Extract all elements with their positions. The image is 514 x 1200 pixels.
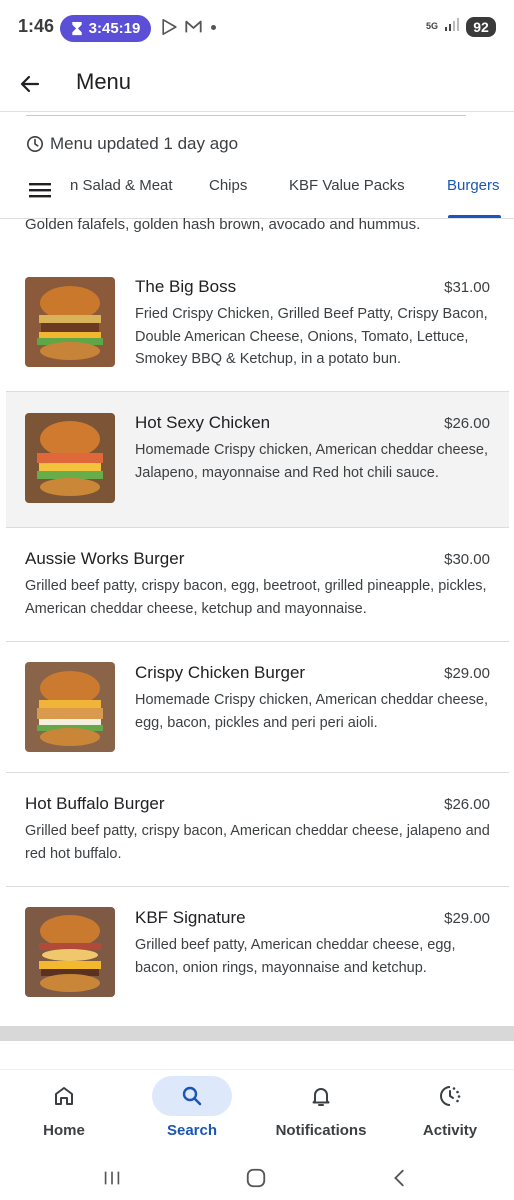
arrow-back-icon [20,75,40,93]
system-navigation-bar [0,1157,514,1200]
notification-app-icons [160,18,216,36]
nav-label: Home [43,1122,85,1139]
tab-chips[interactable]: Chips [209,177,247,194]
nav-home[interactable]: Home [0,1070,128,1158]
back-button[interactable] [14,68,46,100]
item-name: Hot Buffalo Burger [25,794,165,813]
hourglass-icon [71,21,82,36]
menu-item-kbf-signature[interactable]: KBF Signature $29.00 Grilled beef patty,… [6,887,509,1018]
item-name: Crispy Chicken Burger [135,663,306,682]
signal-icon [444,16,460,37]
bell-icon [312,1088,330,1106]
nav-search[interactable]: Search [128,1070,256,1158]
activity-icon [440,1086,461,1106]
nav-notifications[interactable]: Notifications [257,1070,385,1158]
previous-item-description: Golden falafels, golden hash brown, avoc… [25,216,421,233]
scrolled-text-remnant [26,110,466,116]
item-price: $30.00 [444,551,490,568]
item-price: $29.00 [444,910,490,927]
back-system-button[interactable] [385,1163,415,1193]
item-price: $29.00 [444,665,490,682]
tab-salad-meat[interactable]: n Salad & Meat [70,177,173,194]
status-time: 1:46 [18,16,55,36]
app-bar: Menu [0,56,514,112]
menu-item-hot-sexy-chicken[interactable]: Hot Sexy Chicken $26.00 Homemade Crispy … [6,392,509,528]
next-section-heading-peek [26,1062,126,1069]
more-notifications-dot [211,24,216,30]
status-bar: 1:46 3:45:19 5G 92 [0,0,514,56]
menu-item-hot-buffalo-burger[interactable]: Hot Buffalo Burger $26.00 Grilled beef p… [6,773,509,887]
nav-activity[interactable]: Activity [386,1070,514,1158]
item-image [25,662,115,752]
item-name: KBF Signature [135,908,246,927]
item-price: $26.00 [444,796,490,813]
timer-pill[interactable]: 3:45:19 [60,15,151,42]
category-list-icon[interactable] [28,179,52,201]
menu-item-the-big-boss[interactable]: The Big Boss $31.00 Fried Crispy Chicken… [6,256,509,392]
menu-updated-text: Menu updated 1 day ago [50,134,239,153]
tab-burgers[interactable]: Burgers [447,177,500,194]
network-type: 5G [425,21,438,31]
nav-label: Notifications [275,1122,367,1139]
battery-indicator: 92 [466,16,496,37]
home-system-button[interactable] [241,1163,271,1193]
tab-kbf-value-packs[interactable]: KBF Value Packs [289,177,405,194]
home-square-icon [246,1168,266,1188]
clock-icon [26,135,44,153]
recents-icon [104,1171,120,1185]
item-description: Homemade Crispy chicken, American chedda… [135,692,488,731]
nav-label: Activity [422,1122,478,1139]
item-description: Fried Crispy Chicken, Grilled Beef Patty… [135,306,488,367]
page-title: Menu [76,69,132,94]
item-name: Aussie Works Burger [25,549,185,568]
item-image [25,413,115,503]
item-image [25,277,115,367]
item-description: Homemade Crispy chicken, American chedda… [135,442,488,481]
menu-item-aussie-works-burger[interactable]: Aussie Works Burger $30.00 Grilled beef … [6,528,509,642]
section-divider [0,1026,514,1041]
item-description: Grilled beef patty, crispy bacon, egg, b… [25,578,487,617]
nav-label: Search [166,1122,218,1139]
item-description: Grilled beef patty, American cheddar che… [135,937,456,976]
search-icon [182,1086,202,1106]
chevron-left-icon [394,1169,404,1187]
item-name: Hot Sexy Chicken [135,413,271,432]
timer-value: 3:45:19 [88,20,141,37]
menu-category-tabs: n Salad & Meat Chips KBF Value Packs Bur… [0,165,514,219]
item-image [25,907,115,997]
menu-updated-note: Menu updated 1 day ago [26,134,238,154]
item-price: $31.00 [444,279,490,296]
recents-button[interactable] [97,1163,127,1193]
active-tab-indicator [448,215,501,218]
play-store-icon [162,18,177,36]
menu-item-crispy-chicken-burger[interactable]: Crispy Chicken Burger $29.00 Homemade Cr… [6,642,509,773]
item-description: Grilled beef patty, crispy bacon, Americ… [25,823,490,862]
gmail-icon [185,20,202,33]
item-name: The Big Boss [135,277,237,296]
home-icon [55,1087,73,1105]
bottom-navigation: Home Search Notifications Activity [0,1069,514,1157]
item-price: $26.00 [444,415,490,432]
